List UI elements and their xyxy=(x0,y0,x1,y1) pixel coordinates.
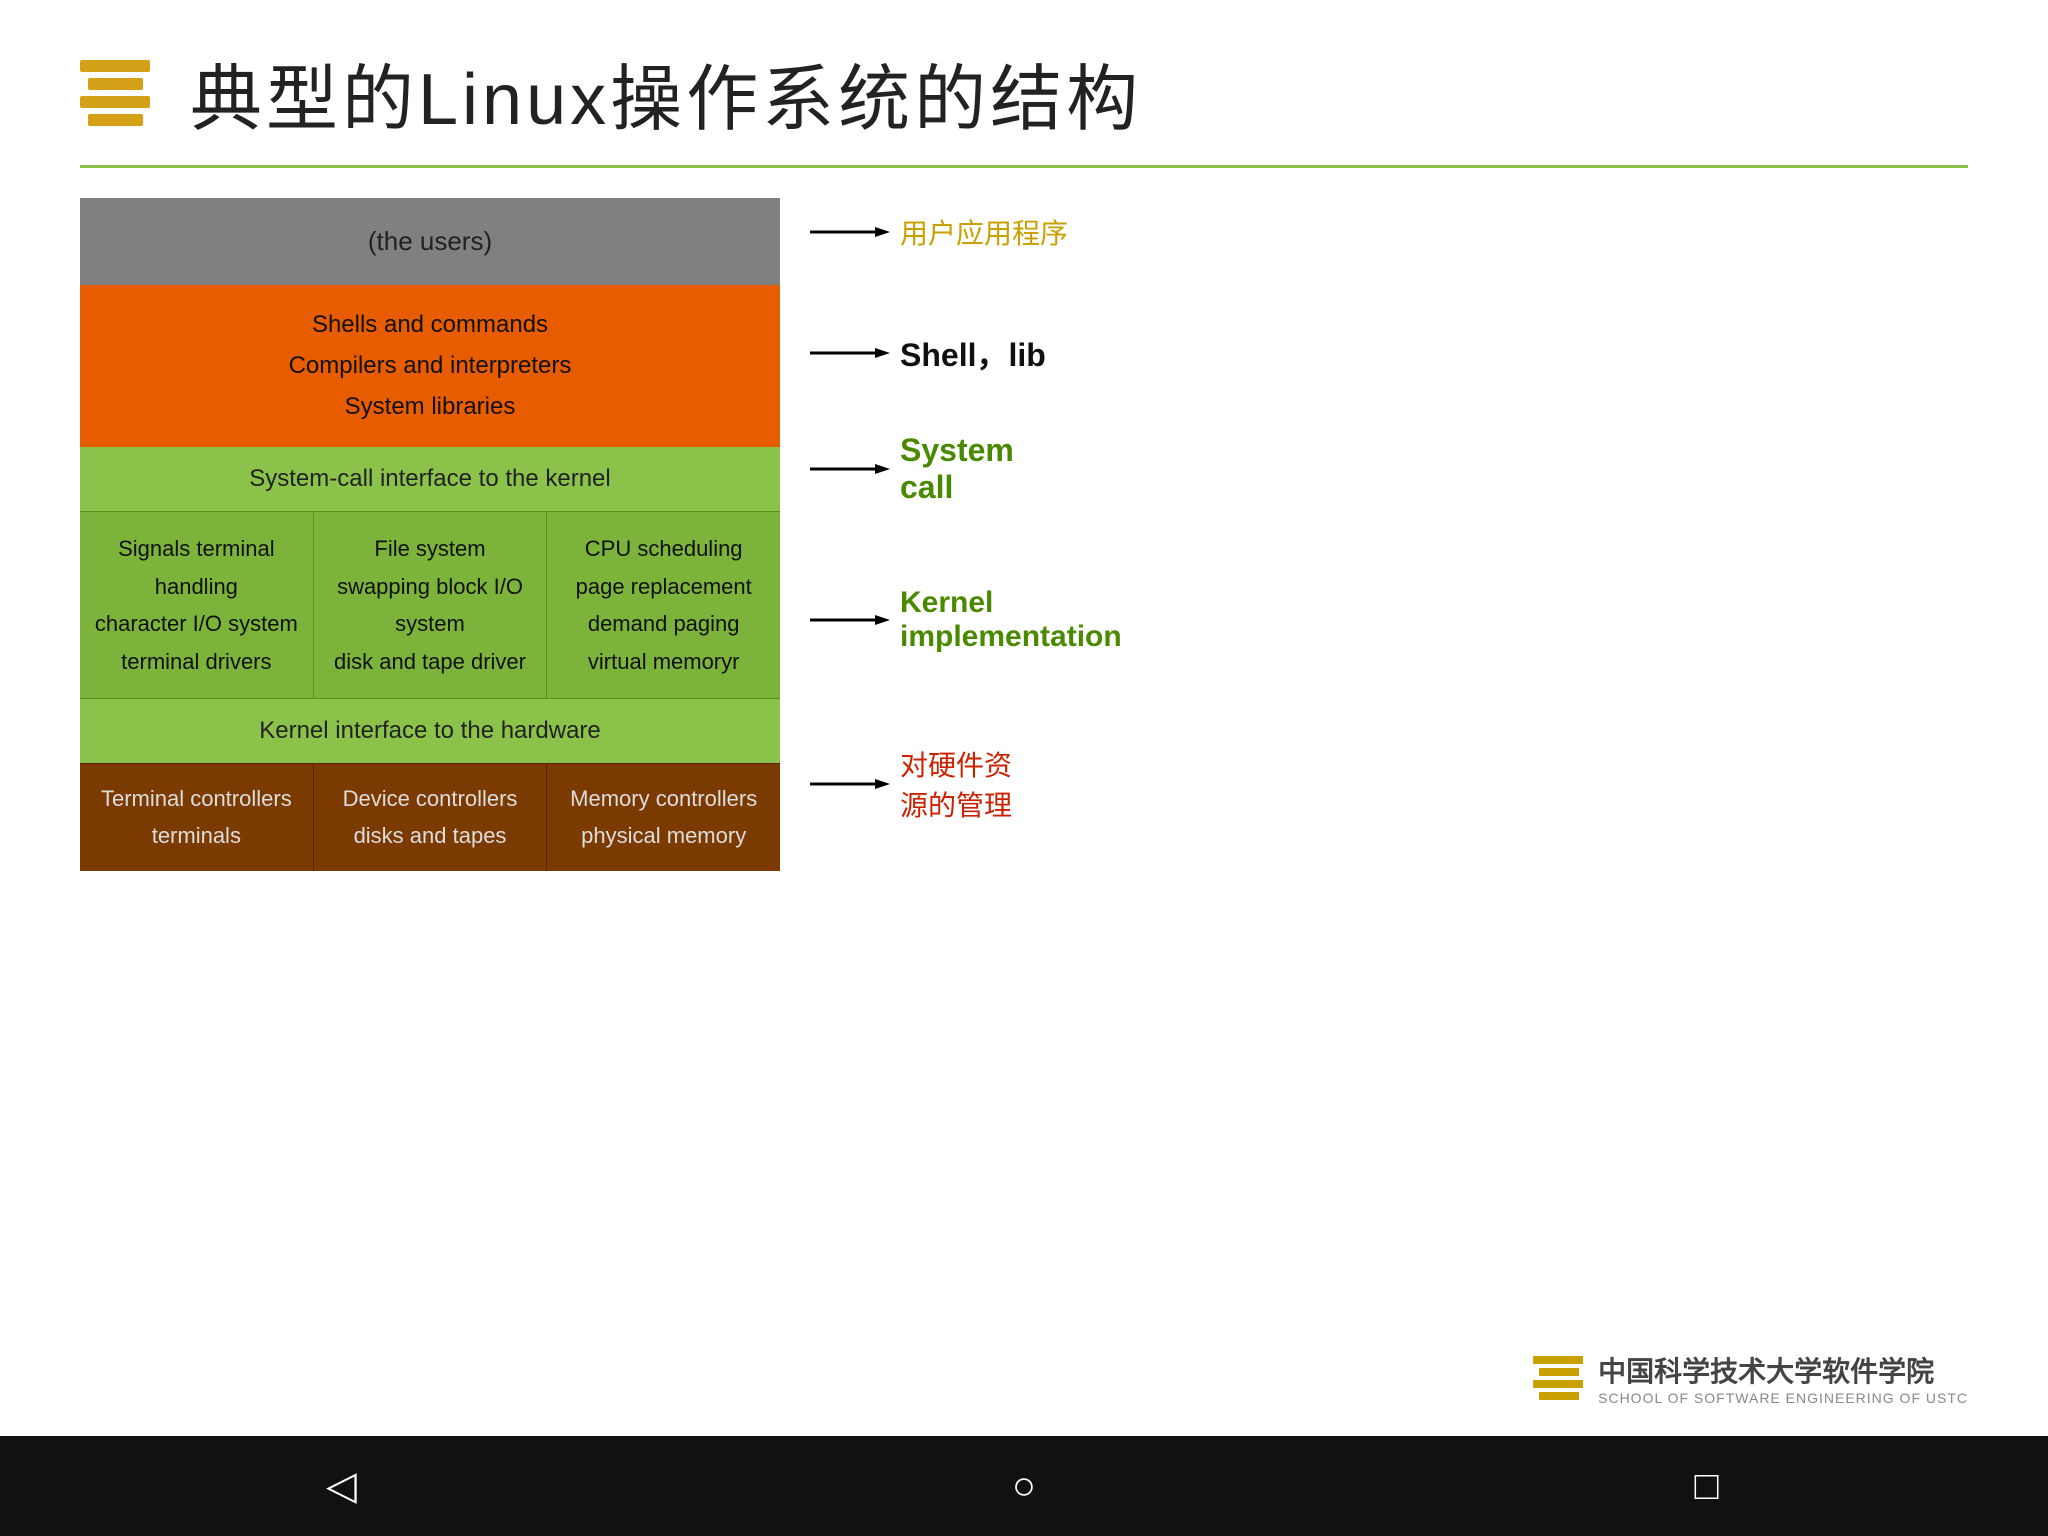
arrow-icon-2 xyxy=(810,343,890,363)
hw-col-1: Terminal controllers terminals xyxy=(80,764,313,871)
kernel-col-1: Signals terminal handling character I/O … xyxy=(80,512,313,698)
bottom-logo: 中国科学技术大学软件学院 SCHOOL OF SOFTWARE ENGINEER… xyxy=(80,1350,1968,1406)
layer-hw-interface: Kernel interface to the hardware xyxy=(80,698,780,763)
home-button[interactable]: ○ xyxy=(984,1456,1064,1516)
ustc-logo-icon xyxy=(1533,1356,1583,1400)
kernel-col-3: CPU scheduling page replacement demand p… xyxy=(546,512,780,698)
ustc-logo-text: 中国科学技术大学软件学院 SCHOOL OF SOFTWARE ENGINEER… xyxy=(1598,1350,1968,1406)
arrow-icon-4 xyxy=(810,610,890,630)
arrow-icon-1 xyxy=(810,222,890,242)
hw-col-3: Memory controllers physical memory xyxy=(546,764,780,871)
ann-hardware: 对硬件资 源的管理 xyxy=(810,744,1968,824)
page-title: 典型的Linux操作系统的结构 xyxy=(190,40,1142,145)
layer-kernel: Signals terminal handling character I/O … xyxy=(80,511,780,698)
arrow-icon-3 xyxy=(810,459,890,479)
annotations-panel: 用户应用程序 Shell，lib System call xyxy=(780,198,1968,824)
android-navbar: ◁ ○ □ xyxy=(0,1436,2048,1536)
ann-shell: Shell，lib xyxy=(810,330,1968,376)
os-diagram: (the users) Shells and commands Compiler… xyxy=(80,198,780,871)
ann-kernel: Kernel implementation xyxy=(810,586,1968,654)
slide: 典型的Linux操作系统的结构 (the users) Shells and c… xyxy=(0,0,2048,1436)
header: 典型的Linux操作系统的结构 xyxy=(80,40,1968,145)
layer-orange: Shells and commands Compilers and interp… xyxy=(80,285,780,447)
recent-button[interactable]: □ xyxy=(1667,1456,1747,1516)
layer-users: (the users) xyxy=(80,198,780,285)
header-logo-icon xyxy=(80,58,160,128)
ann-users: 用户应用程序 xyxy=(810,212,1968,252)
arrow-icon-5 xyxy=(810,774,890,794)
layer-hw: Terminal controllers terminals Device co… xyxy=(80,763,780,871)
divider xyxy=(80,165,1968,168)
hw-col-2: Device controllers disks and tapes xyxy=(313,764,547,871)
layer-syscall: System-call interface to the kernel xyxy=(80,447,780,511)
kernel-col-2: File system swapping block I/O system di… xyxy=(313,512,547,698)
ann-syscall: System call xyxy=(810,432,1968,506)
content-area: (the users) Shells and commands Compiler… xyxy=(80,198,1968,1340)
back-button[interactable]: ◁ xyxy=(301,1456,381,1516)
